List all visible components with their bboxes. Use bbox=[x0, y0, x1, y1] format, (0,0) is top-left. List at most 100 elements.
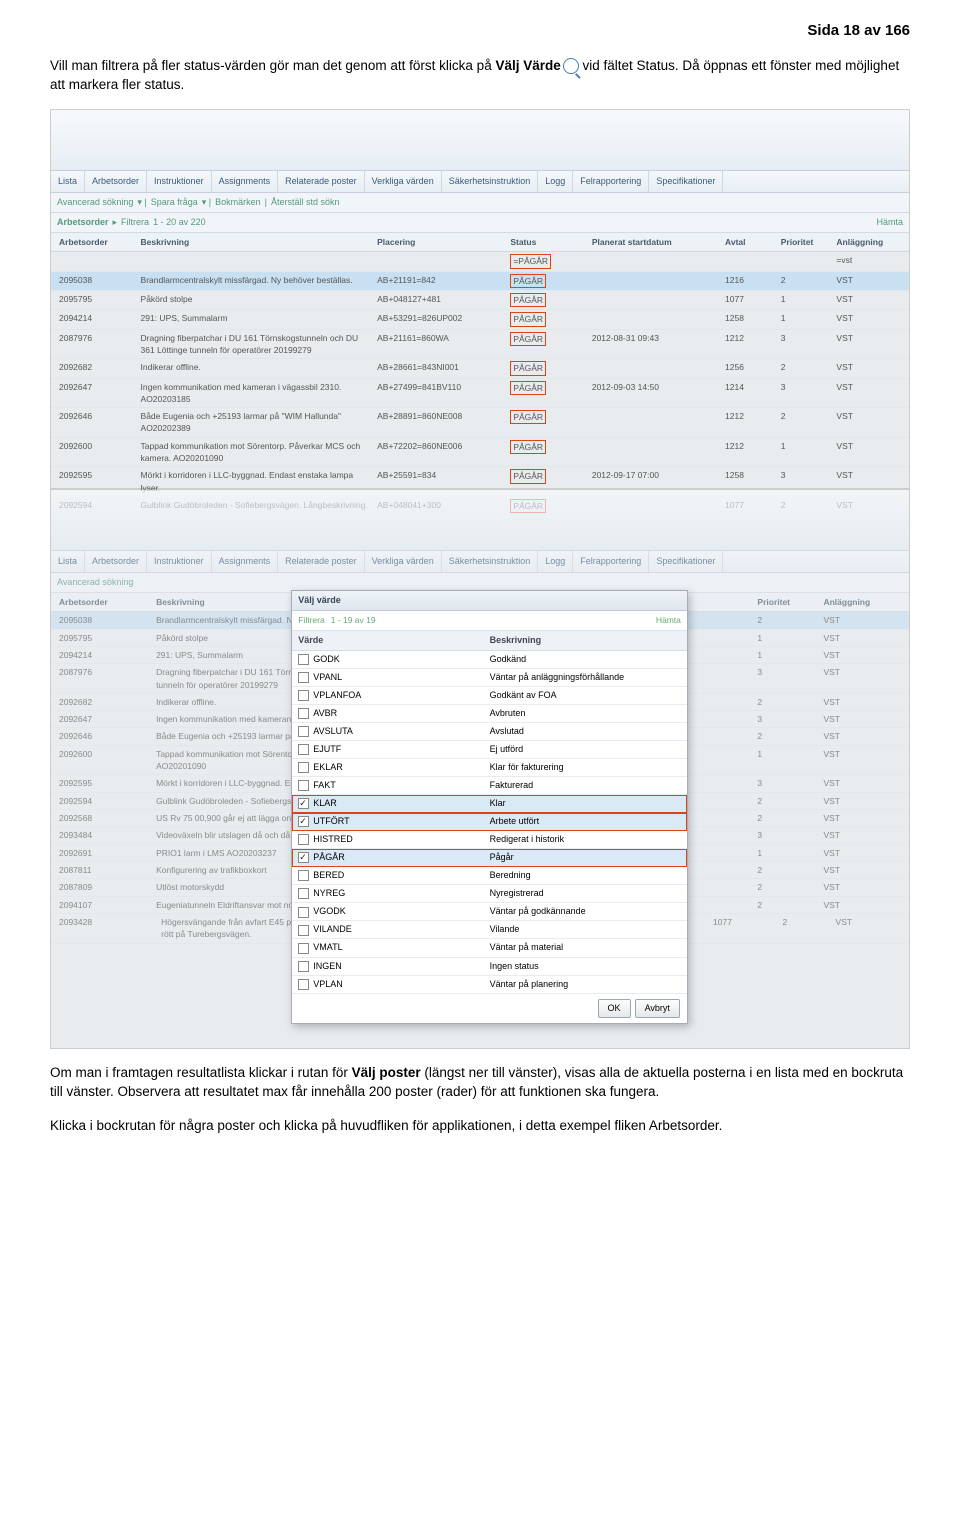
tab[interactable]: Assignments bbox=[212, 551, 279, 572]
value-row[interactable]: UTFÖRTArbete utfört bbox=[292, 813, 687, 831]
table-row[interactable]: 2095795Påkörd stolpeAB+048127+481PÅGÅR10… bbox=[51, 291, 909, 310]
checkbox[interactable] bbox=[298, 690, 309, 701]
value-row[interactable]: HISTREDRedigerat i historik bbox=[292, 831, 687, 849]
value-row[interactable]: PÅGÅRPågår bbox=[292, 849, 687, 867]
col-placering[interactable]: Placering bbox=[375, 236, 508, 248]
cell-varde: PÅGÅR bbox=[298, 851, 489, 864]
table-row[interactable]: 2092646Både Eugenia och +25193 larmar på… bbox=[51, 408, 909, 438]
checkbox[interactable] bbox=[298, 708, 309, 719]
cell-date bbox=[590, 361, 723, 375]
tab[interactable]: Assignments bbox=[212, 171, 279, 192]
col-prio[interactable]: Prioritet bbox=[779, 236, 835, 248]
value-row[interactable]: VPLANVäntar på planering bbox=[292, 976, 687, 994]
tab[interactable]: Säkerhetsinstruktion bbox=[442, 551, 539, 572]
tab[interactable]: Arbetsorder bbox=[85, 171, 147, 192]
cell-beskrivning: Godkänt av FOA bbox=[490, 689, 681, 702]
tab[interactable]: Relaterade poster bbox=[278, 171, 365, 192]
checkbox[interactable] bbox=[298, 726, 309, 737]
value-row[interactable]: BEREDBeredning bbox=[292, 867, 687, 885]
value-row[interactable]: VPLANFOAGodkänt av FOA bbox=[292, 687, 687, 705]
checkbox[interactable] bbox=[298, 961, 309, 972]
col-beskrivning[interactable]: Beskrivning bbox=[490, 634, 681, 647]
col-planerat[interactable]: Planerat startdatum bbox=[590, 236, 723, 248]
advanced-search-link[interactable]: Avancerad sökning bbox=[57, 576, 133, 589]
cell-varde: AVBR bbox=[298, 707, 489, 720]
checkbox[interactable] bbox=[298, 798, 309, 809]
checkbox[interactable] bbox=[298, 744, 309, 755]
cell-date bbox=[590, 312, 723, 326]
value-row[interactable]: VGODKVäntar på godkännande bbox=[292, 903, 687, 921]
status-filter-input[interactable]: =PÅGÅR bbox=[510, 254, 551, 268]
value-row[interactable]: FAKTFakturerad bbox=[292, 777, 687, 795]
tab[interactable]: Säkerhetsinstruktion bbox=[442, 171, 539, 192]
col-varde[interactable]: Värde bbox=[298, 634, 489, 647]
tab[interactable]: Felrapportering bbox=[573, 171, 649, 192]
tab[interactable]: Lista bbox=[51, 551, 85, 572]
checkbox[interactable] bbox=[298, 888, 309, 899]
value-row[interactable]: GODKGodkänd bbox=[292, 651, 687, 669]
col-anl[interactable]: Anläggning bbox=[834, 236, 903, 248]
value-row[interactable]: VMATLVäntar på material bbox=[292, 939, 687, 957]
cell-plac: AB+048127+481 bbox=[375, 293, 508, 307]
value-row[interactable]: NYREGNyregistrerad bbox=[292, 885, 687, 903]
tab[interactable]: Verkliga värden bbox=[365, 551, 442, 572]
value-row[interactable]: AVBRAvbruten bbox=[292, 705, 687, 723]
ok-button[interactable]: OK bbox=[598, 999, 631, 1018]
checkbox[interactable] bbox=[298, 852, 309, 863]
tab[interactable]: Verkliga värden bbox=[365, 171, 442, 192]
tab[interactable]: Instruktioner bbox=[147, 171, 212, 192]
checkbox[interactable] bbox=[298, 762, 309, 773]
reset-link[interactable]: Återställ std sökn bbox=[271, 196, 340, 209]
checkbox[interactable] bbox=[298, 780, 309, 791]
col-status[interactable]: Status bbox=[508, 236, 590, 248]
value-row[interactable]: EJUTFEj utförd bbox=[292, 741, 687, 759]
value-row[interactable]: KLARKlar bbox=[292, 795, 687, 813]
text: Vill man filtrera på fler status-värden … bbox=[50, 58, 495, 73]
value-row[interactable]: VILANDEVilande bbox=[292, 921, 687, 939]
cell-varde: VGODK bbox=[298, 905, 489, 918]
table-row[interactable]: 2095038Brandlarmcentralskylt missfärgad.… bbox=[51, 272, 909, 291]
checkbox[interactable] bbox=[298, 870, 309, 881]
filter-link[interactable]: Filtrera bbox=[121, 216, 149, 229]
tab[interactable]: Specifikationer bbox=[649, 171, 723, 192]
tab[interactable]: Arbetsorder bbox=[85, 551, 147, 572]
checkbox[interactable] bbox=[298, 925, 309, 936]
advanced-search-link[interactable]: Avancerad sökning bbox=[57, 196, 133, 209]
col-avtal[interactable]: Avtal bbox=[723, 236, 779, 248]
cell-anl: VST bbox=[834, 381, 903, 406]
anl-filter[interactable]: =vst bbox=[834, 254, 903, 268]
bookmarks-link[interactable]: Bokmärken bbox=[215, 196, 261, 209]
checkbox[interactable] bbox=[298, 907, 309, 918]
value-row[interactable]: AVSLUTAAvslutad bbox=[292, 723, 687, 741]
tab[interactable]: Logg bbox=[538, 171, 573, 192]
table-row[interactable]: 2092682Indikerar offline.AB+28661=843NI0… bbox=[51, 359, 909, 378]
col-arbetsorder[interactable]: Arbetsorder bbox=[57, 236, 139, 248]
checkbox[interactable] bbox=[298, 943, 309, 954]
cell-prio: 2 bbox=[779, 274, 835, 288]
checkbox[interactable] bbox=[298, 672, 309, 683]
tab[interactable]: Logg bbox=[538, 551, 573, 572]
checkbox[interactable] bbox=[298, 834, 309, 845]
tab[interactable]: Instruktioner bbox=[147, 551, 212, 572]
tab[interactable]: Relaterade poster bbox=[278, 551, 365, 572]
hamta-link[interactable]: Hämta bbox=[876, 216, 903, 229]
tab[interactable]: Lista bbox=[51, 171, 85, 192]
table-row[interactable]: 2092600Tappad kommunikation mot Sörentor… bbox=[51, 438, 909, 468]
value-row[interactable]: EKLARKlar för fakturering bbox=[292, 759, 687, 777]
table-row[interactable]: 2092647Ingen kommunikation med kameran i… bbox=[51, 379, 909, 409]
table-header: Arbetsorder Beskrivning Placering Status… bbox=[51, 233, 909, 252]
save-query-link[interactable]: Spara fråga bbox=[151, 196, 198, 209]
table-row[interactable]: 2094214291: UPS, SummalarmAB+53291=826UP… bbox=[51, 310, 909, 329]
table-row[interactable]: 2087976Dragning fiberpatchar i DU 161 Tö… bbox=[51, 330, 909, 360]
value-row[interactable]: VPANLVäntar på anläggningsförhållande bbox=[292, 669, 687, 687]
col-beskrivning[interactable]: Beskrivning bbox=[139, 236, 376, 248]
hamta-link[interactable]: Hämta bbox=[656, 614, 681, 626]
checkbox[interactable] bbox=[298, 816, 309, 827]
cancel-button[interactable]: Avbryt bbox=[635, 999, 680, 1018]
tab[interactable]: Specifikationer bbox=[649, 551, 723, 572]
checkbox[interactable] bbox=[298, 979, 309, 990]
checkbox[interactable] bbox=[298, 654, 309, 665]
value-row[interactable]: INGENIngen status bbox=[292, 958, 687, 976]
tab[interactable]: Felrapportering bbox=[573, 551, 649, 572]
filter-link[interactable]: Filtrera bbox=[298, 614, 324, 626]
